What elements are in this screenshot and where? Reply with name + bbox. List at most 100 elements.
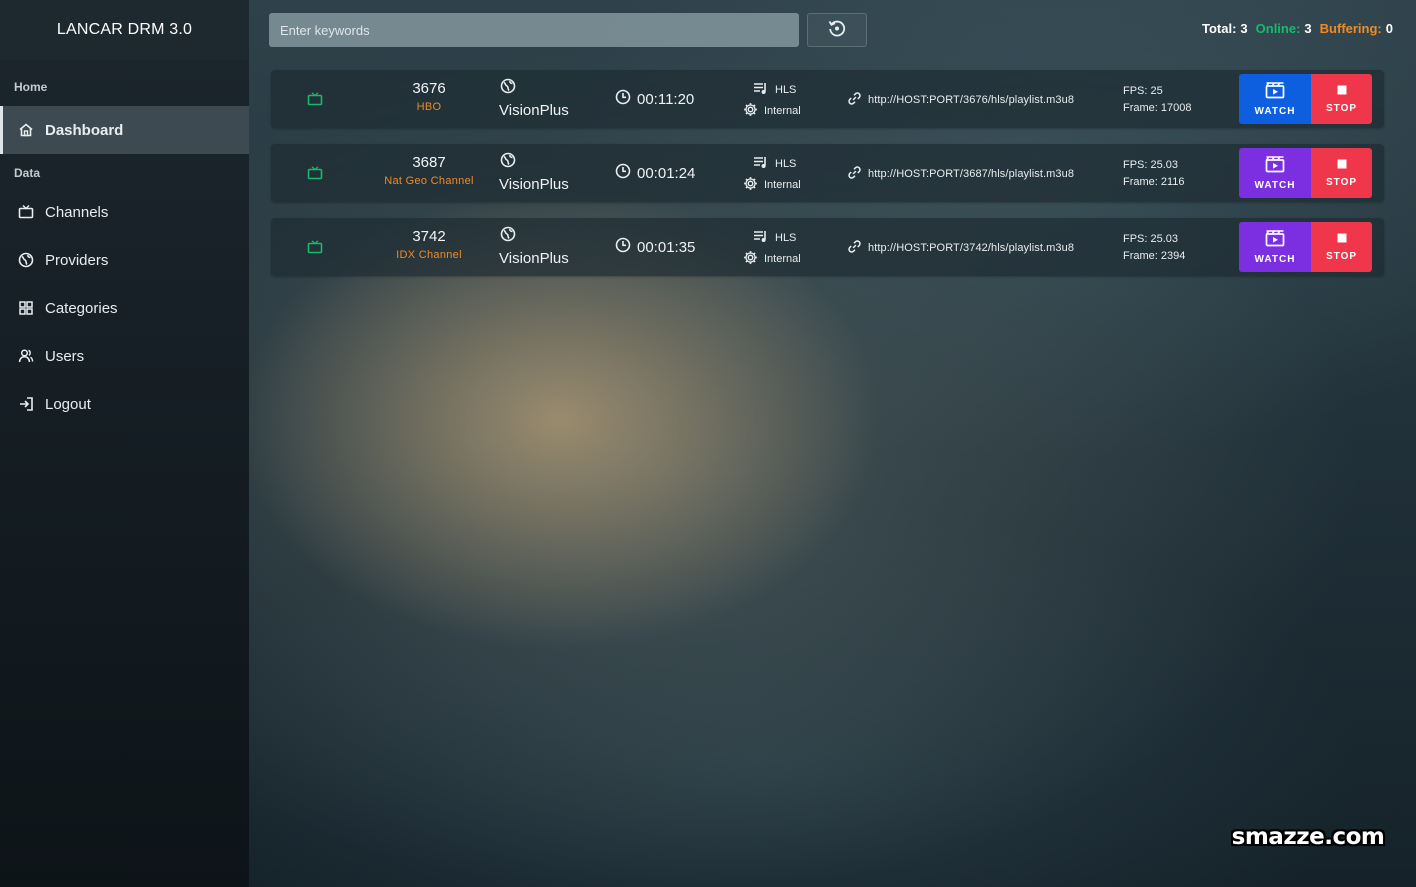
link-icon	[847, 91, 868, 109]
stream-format-block: HLS Internal	[743, 153, 801, 195]
playlist-url[interactable]: http://HOST:PORT/3687/hls/playlist.m3u8	[847, 165, 1074, 183]
stop-label: STOP	[1325, 103, 1358, 114]
sidebar-item-label: Dashboard	[45, 121, 124, 139]
home-icon	[18, 122, 34, 138]
section-label-data: Data	[14, 166, 41, 180]
playlist-icon	[753, 230, 775, 246]
uptime: 00:01:35	[615, 237, 695, 257]
buffering-count: 0	[1385, 21, 1393, 36]
stream-id: 3676	[412, 80, 446, 97]
sidebar-item-label: Providers	[45, 251, 109, 269]
channel-name: HBO	[416, 101, 442, 113]
sidebar-item-label: Logout	[45, 395, 91, 413]
sidebar-item-label: Users	[45, 347, 85, 365]
stream-metrics: FPS: 25 Frame: 17008	[1123, 83, 1191, 117]
sidebar-item-channels[interactable]: Channels	[0, 188, 249, 236]
sidebar-item-categories[interactable]: Categories	[0, 284, 249, 332]
playlist-url[interactable]: http://HOST:PORT/3742/hls/playlist.m3u8	[847, 239, 1074, 257]
watch-button[interactable]: WATCH	[1239, 222, 1311, 272]
stop-button[interactable]: STOP	[1311, 222, 1372, 272]
source-label: Internal	[764, 104, 801, 117]
stop-button[interactable]: STOP	[1311, 74, 1372, 124]
sidebar-item-dashboard[interactable]: Dashboard	[0, 106, 249, 154]
link-icon	[847, 165, 868, 183]
tv-status-icon	[307, 166, 323, 185]
stream-id-block: 3676 HBO	[369, 80, 489, 113]
format-label: HLS	[775, 231, 797, 244]
provider-name: VisionPlus	[499, 250, 569, 267]
sidebar-item-providers[interactable]: Providers	[0, 236, 249, 284]
clock-icon	[615, 237, 637, 257]
stream-row: 3742 IDX Channel VisionPlus 00:01:35 HLS…	[271, 218, 1384, 276]
playlist-url[interactable]: http://HOST:PORT/3676/hls/playlist.m3u8	[847, 91, 1074, 109]
stream-stats: Total: 3 Online: 3 Buffering: 0	[1202, 21, 1393, 36]
frame-value: Frame: 17008	[1123, 102, 1192, 114]
stream-metrics: FPS: 25.03 Frame: 2116	[1123, 157, 1185, 191]
provider-name: VisionPlus	[499, 176, 569, 193]
frame-value: Frame: 2394	[1123, 250, 1186, 262]
stream-id: 3687	[412, 154, 446, 171]
sidebar-item-label: Channels	[45, 203, 109, 221]
fps-value: FPS: 25.03	[1123, 159, 1179, 171]
stream-id-block: 3742 IDX Channel	[369, 228, 489, 261]
watermark: smazze.com	[1231, 824, 1385, 850]
refresh-icon	[827, 18, 847, 43]
search-input[interactable]	[269, 13, 799, 47]
stop-button[interactable]: STOP	[1311, 148, 1372, 198]
app-title: LANCAR DRM 3.0	[0, 0, 249, 60]
link-icon	[847, 239, 868, 257]
frame-value: Frame: 2116	[1123, 176, 1185, 188]
video-icon	[1265, 229, 1285, 254]
watch-button[interactable]: WATCH	[1239, 148, 1311, 198]
playlist-icon	[753, 156, 775, 172]
format-label: HLS	[775, 83, 797, 96]
total-label: Total:	[1201, 21, 1237, 36]
sidebar-item-logout[interactable]: Logout	[0, 380, 249, 428]
gear-icon	[743, 176, 764, 194]
stream-metrics: FPS: 25.03 Frame: 2394	[1123, 231, 1185, 265]
stream-id: 3742	[412, 228, 446, 245]
section-label-home: Home	[14, 80, 48, 94]
globe-icon	[18, 252, 34, 268]
grid-icon	[18, 300, 34, 316]
stop-label: STOP	[1325, 177, 1358, 188]
buffering-label: Buffering:	[1319, 21, 1382, 36]
clock-icon	[615, 163, 637, 183]
uptime: 00:01:24	[615, 163, 695, 183]
users-icon	[18, 348, 34, 364]
stream-id-block: 3687 Nat Geo Channel	[369, 154, 489, 187]
stream-format-block: HLS Internal	[743, 79, 801, 121]
uptime-value: 00:01:35	[637, 238, 696, 256]
logout-icon	[18, 396, 34, 412]
provider-block: VisionPlus	[499, 78, 569, 119]
sidebar-item-users[interactable]: Users	[0, 332, 249, 380]
stream-row: 3687 Nat Geo Channel VisionPlus 00:01:24…	[271, 144, 1384, 202]
watch-label: WATCH	[1254, 105, 1296, 117]
stream-format-block: HLS Internal	[743, 227, 801, 269]
globe-icon	[500, 152, 569, 173]
stop-icon	[1336, 158, 1348, 177]
fps-value: FPS: 25	[1123, 85, 1163, 97]
provider-name: VisionPlus	[499, 102, 569, 119]
uptime-value: 00:11:20	[637, 90, 695, 108]
source-label: Internal	[764, 252, 801, 265]
total-count: 3	[1240, 21, 1248, 36]
tv-status-icon	[307, 240, 323, 259]
video-icon	[1265, 155, 1285, 180]
format-label: HLS	[775, 157, 797, 170]
stop-label: STOP	[1325, 251, 1358, 262]
online-label: Online:	[1255, 21, 1301, 36]
tv-icon	[18, 204, 34, 220]
refresh-button[interactable]	[807, 13, 867, 47]
stop-icon	[1336, 84, 1348, 103]
gear-icon	[743, 250, 764, 268]
watch-label: WATCH	[1254, 179, 1296, 191]
uptime-value: 00:01:24	[637, 164, 696, 182]
provider-block: VisionPlus	[499, 226, 569, 267]
url-text: http://HOST:PORT/3687/hls/playlist.m3u8	[868, 168, 1075, 180]
url-text: http://HOST:PORT/3676/hls/playlist.m3u8	[868, 94, 1075, 106]
channel-name: IDX Channel	[396, 249, 462, 261]
provider-block: VisionPlus	[499, 152, 569, 193]
url-text: http://HOST:PORT/3742/hls/playlist.m3u8	[868, 242, 1075, 254]
watch-button[interactable]: WATCH	[1239, 74, 1311, 124]
